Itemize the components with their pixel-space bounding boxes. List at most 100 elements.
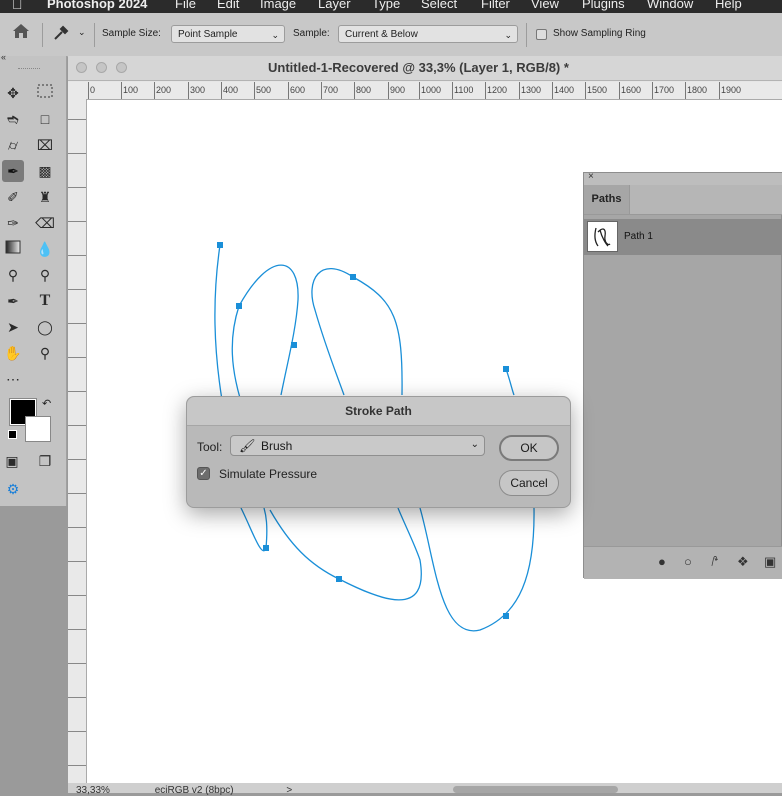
marquee-tool-icon[interactable]	[34, 82, 56, 104]
status-menu-arrow[interactable]: >	[286, 785, 292, 796]
brush-tool-icon[interactable]: ✐	[2, 186, 24, 208]
menu-help[interactable]: Help	[715, 0, 742, 11]
eyedropper-tool-icon[interactable]: ✒	[2, 160, 24, 182]
blur-tool-icon[interactable]: 💧	[34, 238, 56, 260]
menu-plugins[interactable]: Plugins	[582, 0, 625, 11]
ruler-label: 1700	[654, 85, 675, 95]
show-sampling-ring-checkbox[interactable]	[536, 29, 547, 40]
menu-window[interactable]: Window	[647, 0, 693, 11]
document-titlebar: Untitled-1-Recovered @ 33,3% (Layer 1, R…	[68, 56, 782, 81]
menu-filter[interactable]: Filter	[481, 0, 510, 11]
scrollbar-thumb[interactable]	[453, 786, 618, 793]
tools-panel: « ✥ ➬ □ ⌭ ⌧ ✒ ▩ ✐ ♜ ✑ ⌫ 💧 ⚲ ⚲ ✒ T ➤ ◯ ✋ …	[0, 52, 67, 506]
zoom-window-button[interactable]	[116, 62, 127, 73]
panel-tab-row: Paths	[584, 185, 782, 215]
ruler-label: 1300	[521, 85, 542, 95]
panel-header[interactable]: ×	[584, 171, 782, 185]
menu-type[interactable]: Type	[372, 0, 400, 11]
more-tools-icon[interactable]: ⋯	[2, 368, 24, 390]
crop-tool-icon[interactable]: ⌭	[2, 134, 24, 156]
menu-file[interactable]: File	[175, 0, 196, 11]
move-tool-icon[interactable]: ✥	[2, 82, 24, 104]
ruler-label: 900	[390, 85, 406, 95]
dialog-titlebar[interactable]: Stroke Path	[187, 397, 570, 426]
fill-path-icon[interactable]: ●	[658, 554, 666, 569]
zoom-tool-icon[interactable]: ⚲	[34, 342, 56, 364]
app-menu[interactable]: Photoshop 2024	[47, 0, 147, 11]
generative-fill-icon[interactable]: ⚙	[2, 478, 24, 500]
document-title: Untitled-1-Recovered @ 33,3% (Layer 1, R…	[268, 60, 569, 75]
lasso-tool-icon[interactable]: ➬	[2, 108, 24, 130]
gradient-tool-icon[interactable]	[2, 238, 24, 260]
ruler-label: 1800	[687, 85, 708, 95]
home-icon[interactable]	[11, 22, 31, 43]
ellipse-tool-icon[interactable]: ◯	[34, 316, 56, 338]
add-mask-icon[interactable]: ▣	[764, 554, 776, 570]
chevron-down-icon: ⌄	[470, 439, 479, 450]
chevron-down-icon: ⌄	[271, 30, 279, 40]
close-icon[interactable]: ×	[588, 171, 594, 182]
chevron-down-icon: ⌄	[504, 30, 512, 40]
make-work-path-icon[interactable]: ❖	[737, 554, 749, 570]
cancel-button[interactable]: Cancel	[499, 470, 559, 496]
dodge-tool-icon[interactable]: ⚲	[2, 264, 24, 286]
sample-select[interactable]: Current & Below ⌄	[338, 25, 518, 43]
screen-mode-icon[interactable]: ❐	[34, 450, 56, 472]
object-selection-tool-icon[interactable]: □	[34, 108, 56, 130]
sample-size-value: Point Sample	[178, 29, 238, 40]
path-selection-tool-icon[interactable]: ➤	[2, 316, 24, 338]
stamp-tool-icon[interactable]: ♜	[34, 186, 56, 208]
menu-image[interactable]: Image	[260, 0, 296, 11]
swap-colors-icon[interactable]: ↶	[42, 397, 51, 410]
vertical-ruler[interactable]	[68, 99, 87, 783]
path-row[interactable]: Path 1	[584, 219, 782, 255]
brush-icon: 🖌	[239, 438, 256, 453]
ruler-label: 600	[290, 85, 306, 95]
ruler-label: 1900	[721, 85, 742, 95]
menu-layer[interactable]: Layer	[318, 0, 351, 11]
history-brush-icon[interactable]: ✑	[2, 212, 24, 234]
chevron-down-icon[interactable]: ⌄	[78, 27, 86, 38]
ruler-label: 800	[356, 85, 372, 95]
eraser-tool-icon[interactable]: ⌫	[34, 212, 56, 234]
collapse-icon[interactable]: «	[1, 52, 6, 62]
hand-tool-icon[interactable]: ✋	[2, 342, 24, 364]
ruler-label: 1400	[554, 85, 575, 95]
menu-edit[interactable]: Edit	[217, 0, 239, 11]
sample-value: Current & Below	[345, 29, 418, 40]
ok-button[interactable]: OK	[499, 435, 559, 461]
sponge-tool-icon[interactable]: ⚲	[34, 264, 56, 286]
ruler-label: 1000	[421, 85, 442, 95]
default-colors-icon[interactable]	[8, 430, 17, 439]
tab-paths[interactable]: Paths	[584, 185, 630, 214]
zoom-level[interactable]: 33,33%	[76, 785, 110, 796]
panel-grip[interactable]	[18, 68, 40, 71]
horizontal-ruler[interactable]: 0 100 200 300 400 500 600 700 800 900 10…	[68, 82, 782, 100]
ruler-label: 0	[90, 85, 96, 95]
minimize-window-button[interactable]	[96, 62, 107, 73]
background-color-swatch[interactable]	[25, 416, 51, 442]
patch-tool-icon[interactable]: ▩	[34, 160, 56, 182]
ruler-label: 1100	[454, 85, 474, 95]
path-thumbnail	[587, 221, 618, 252]
tool-select-value: Brush	[261, 439, 293, 453]
eyedropper-tool-preset-icon[interactable]	[52, 24, 70, 45]
quick-mask-icon[interactable]: ▣	[1, 450, 23, 472]
show-sampling-ring-label: Show Sampling Ring	[553, 28, 646, 39]
frame-tool-icon[interactable]: ⌧	[34, 134, 56, 156]
apple-icon[interactable]: 	[12, 0, 23, 12]
load-as-selection-icon[interactable]: ⭚	[711, 554, 719, 570]
paths-panel-footer: ● ○ ⭚ ❖ ▣	[584, 546, 782, 579]
simulate-pressure-checkbox[interactable]: ✓	[197, 467, 210, 480]
ruler-label: 400	[223, 85, 239, 95]
sample-size-select[interactable]: Point Sample ⌄	[171, 25, 285, 43]
menu-view[interactable]: View	[531, 0, 559, 11]
close-window-button[interactable]	[76, 62, 87, 73]
type-tool-icon[interactable]: T	[34, 290, 56, 312]
tool-select[interactable]: 🖌 Brush ⌄	[230, 435, 485, 456]
path-name[interactable]: Path 1	[624, 231, 653, 242]
ruler-label: 100	[123, 85, 139, 95]
pen-tool-icon[interactable]: ✒	[2, 290, 24, 312]
menu-select[interactable]: Select	[421, 0, 457, 11]
stroke-path-icon[interactable]: ○	[684, 554, 692, 569]
